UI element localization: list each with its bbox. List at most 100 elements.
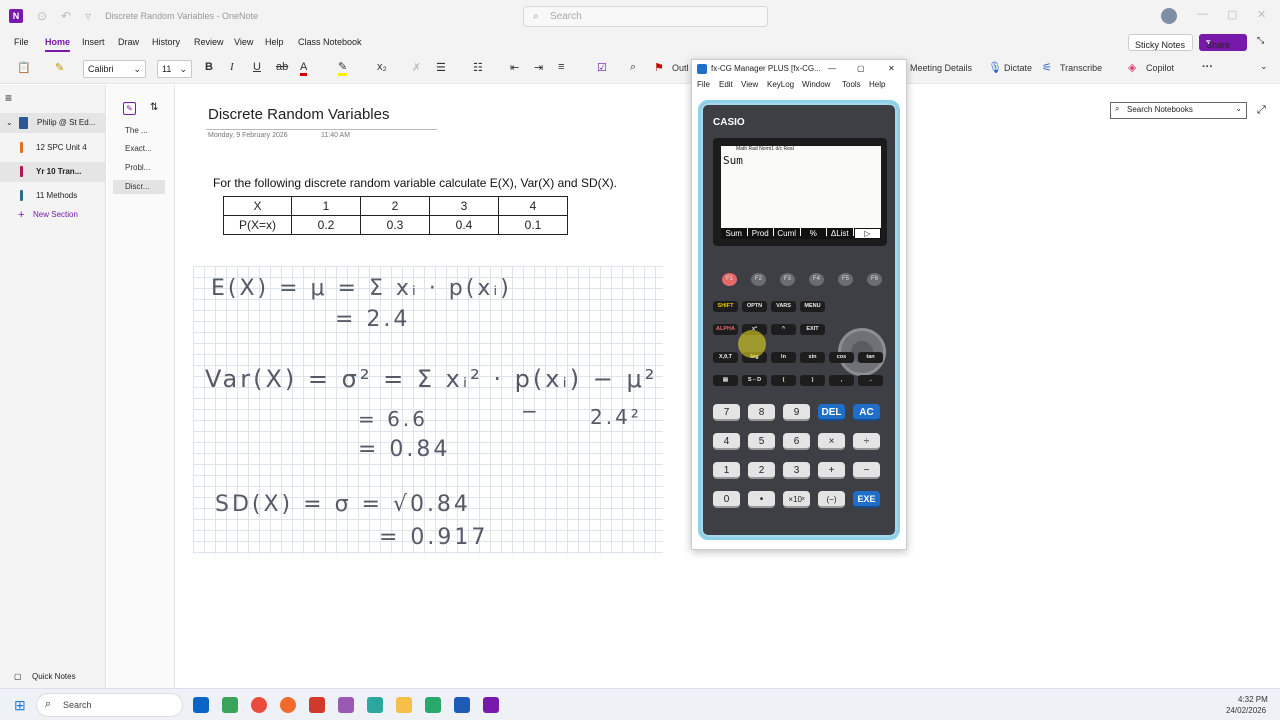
table-cell[interactable]: 3 [429, 196, 499, 216]
customize-icon[interactable]: ▿ [85, 9, 91, 23]
underline-button[interactable]: U [253, 61, 261, 73]
clear-format-icon[interactable]: ✗ [412, 61, 421, 74]
menu-home[interactable]: Home [45, 37, 71, 52]
menu-key[interactable]: MENU [800, 301, 825, 312]
file-explorer-icon[interactable] [396, 697, 412, 713]
key-7[interactable]: 7 [713, 404, 740, 421]
close-icon[interactable]: ✕ [1257, 8, 1266, 21]
optn-key[interactable]: OPTN [742, 301, 767, 312]
search-input[interactable]: ⌕ Search [523, 6, 768, 27]
calculator-app-icon[interactable] [367, 697, 383, 713]
key-4[interactable]: 4 [713, 433, 740, 450]
exp10-key[interactable]: ×10ˣ [783, 491, 810, 508]
key-2[interactable]: 2 [748, 462, 775, 479]
back-icon[interactable]: ⊙ [37, 9, 47, 23]
table-cell[interactable]: 2 [360, 196, 430, 216]
lparen-key[interactable]: ( [771, 375, 796, 386]
menu-review[interactable]: Review [194, 37, 224, 47]
expand-icon[interactable]: ⤢ [1257, 104, 1266, 117]
avatar[interactable] [1161, 8, 1177, 24]
chrome-icon[interactable] [251, 697, 267, 713]
close-icon[interactable]: ✕ [888, 60, 895, 78]
alpha-key[interactable]: ALPHA [713, 324, 738, 335]
copilot-app-icon[interactable] [338, 697, 354, 713]
font-color-icon[interactable]: A [300, 61, 308, 76]
divide-key[interactable]: ÷ [853, 433, 880, 450]
minimize-icon[interactable]: — [1197, 8, 1208, 20]
collapse-icon[interactable]: ⤡ [1257, 35, 1264, 46]
format-painter-icon[interactable]: ✎ [55, 61, 64, 74]
calc-menu-keylog[interactable]: KeyLog [767, 80, 794, 89]
strikethrough-icon[interactable]: ab [276, 61, 288, 73]
key-8[interactable]: 8 [748, 404, 775, 421]
clock-time[interactable]: 4:32 PM [1238, 695, 1268, 704]
table-cell[interactable]: 4 [498, 196, 568, 216]
key-3[interactable]: 3 [783, 462, 810, 479]
del-key[interactable]: DEL [818, 404, 845, 421]
ribbon-collapse-icon[interactable]: ⌄ [1260, 61, 1268, 72]
new-section-button[interactable]: + New Section [0, 205, 105, 225]
bold-button[interactable]: B [205, 61, 213, 73]
table-cell[interactable]: 0.4 [429, 215, 499, 235]
table-cell[interactable]: 1 [291, 196, 361, 216]
sin-key[interactable]: sin [800, 352, 825, 363]
casio-manager-icon[interactable] [425, 697, 441, 713]
copilot-button[interactable]: Copilot [1146, 63, 1174, 73]
meeting-details-button[interactable]: Meeting Details [910, 63, 972, 73]
flag-icon[interactable]: ⚑ [654, 61, 664, 74]
transcribe-icon[interactable]: ⚟ [1042, 61, 1052, 74]
calculator-window[interactable]: fx-CG Manager PLUS [fx-CG... — ▢ ✕ File … [691, 59, 907, 550]
exe-key[interactable]: EXE [853, 491, 880, 508]
page-item-active[interactable]: Discr... [113, 180, 165, 194]
calc-menu-view[interactable]: View [741, 80, 758, 89]
clock-date[interactable]: 24/02/2026 [1226, 706, 1266, 715]
transcribe-button[interactable]: Transcribe [1060, 63, 1102, 73]
menu-class-notebook[interactable]: Class Notebook [298, 37, 362, 47]
menu-file[interactable]: File [14, 37, 29, 47]
slides-icon[interactable] [309, 697, 325, 713]
align-icon[interactable]: ≡ [558, 61, 564, 73]
section-11-methods[interactable]: 11 Methods [0, 186, 105, 206]
decimal-key[interactable]: • [748, 491, 775, 508]
table-cell[interactable]: X [223, 196, 292, 216]
f5-key[interactable]: F5 [838, 273, 853, 286]
subscript-icon[interactable]: x₂ [377, 61, 387, 73]
share-button[interactable]: Share ▾ [1199, 34, 1247, 51]
snip-icon[interactable] [222, 697, 238, 713]
section-yr10[interactable]: Yr 10 Tran... [0, 162, 105, 182]
f2-key[interactable]: F2 [751, 273, 766, 286]
calc-menu-window[interactable]: Window [802, 80, 830, 89]
paste-icon[interactable]: 📋 [17, 61, 31, 74]
firefox-icon[interactable] [280, 697, 296, 713]
sort-icon[interactable]: ⇅ [150, 102, 158, 113]
xthetat-key[interactable]: X,θ,T [713, 352, 738, 363]
minimize-icon[interactable]: — [828, 60, 836, 78]
maximize-icon[interactable]: ▢ [857, 60, 865, 78]
table-cell[interactable]: 0.3 [360, 215, 430, 235]
store-key[interactable]: → [858, 375, 883, 386]
table-cell[interactable]: 0.1 [498, 215, 568, 235]
notebook-philip[interactable]: ⌄ Philip @ St Ed... [0, 113, 105, 133]
find-tags-icon[interactable]: ⌕ [630, 61, 636, 74]
menu-history[interactable]: History [152, 37, 180, 47]
outdent-icon[interactable]: ⇤ [510, 61, 519, 74]
copilot-icon[interactable]: ◈ [1128, 61, 1136, 74]
page-title[interactable]: Discrete Random Variables [208, 106, 389, 123]
f6-key[interactable]: F6 [867, 273, 882, 286]
more-options-icon[interactable]: ··· [1202, 61, 1213, 73]
key-0[interactable]: 0 [713, 491, 740, 508]
font-dropdown[interactable]: Calibri ⌄ [83, 60, 146, 78]
key-6[interactable]: 6 [783, 433, 810, 450]
menu-help[interactable]: Help [265, 37, 284, 47]
ln-key[interactable]: ln [771, 352, 796, 363]
font-size-dropdown[interactable]: 11 ⌄ [157, 60, 192, 78]
question-text[interactable]: For the following discrete random variab… [213, 176, 617, 190]
plus-key[interactable]: + [818, 462, 845, 479]
calc-menu-file[interactable]: File [697, 80, 710, 89]
onenote-taskbar-icon[interactable] [483, 697, 499, 713]
sd-key[interactable]: S⇔D [742, 375, 767, 386]
table-cell[interactable]: 0.2 [291, 215, 361, 235]
multiply-key[interactable]: × [818, 433, 845, 450]
taskbar-search[interactable]: ⌕ Search [36, 693, 183, 717]
bullets-icon[interactable]: ☰ [436, 61, 446, 74]
